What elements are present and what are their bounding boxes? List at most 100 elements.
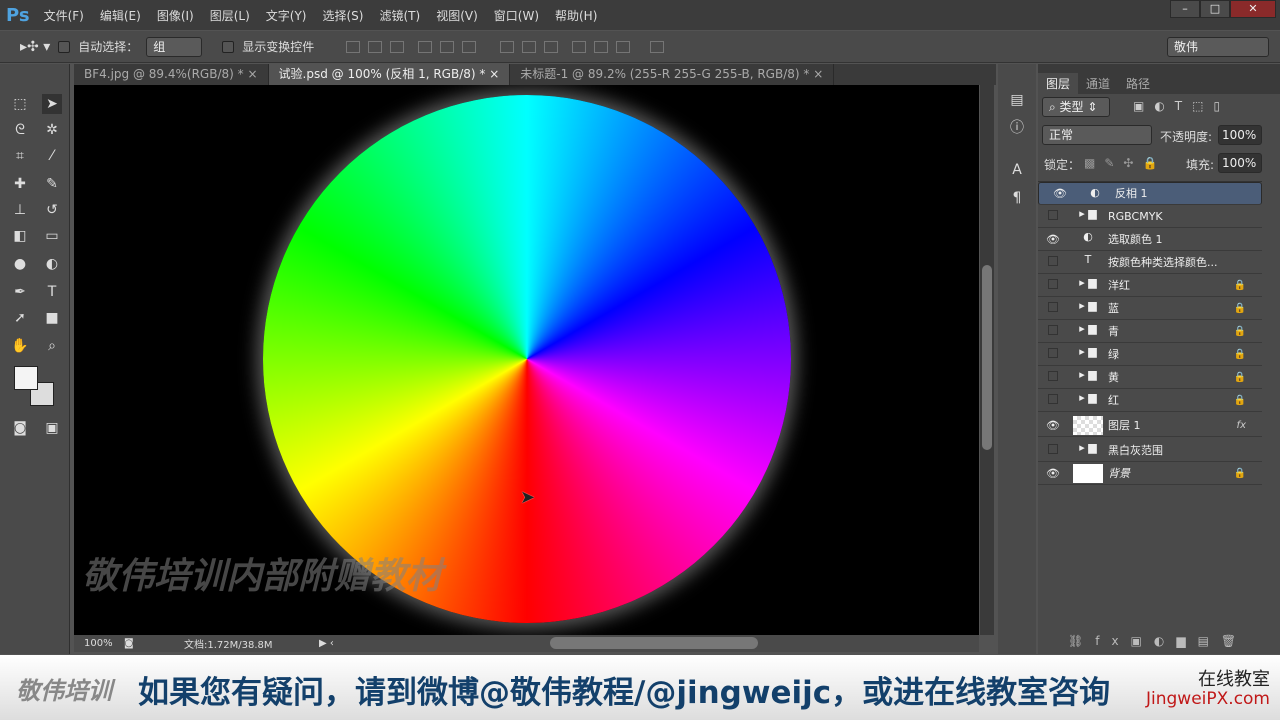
character-panel-icon[interactable]: A — [1007, 160, 1027, 180]
lock-icon: 🔒 — [1233, 467, 1246, 479]
minimize-button[interactable]: – — [1170, 0, 1200, 18]
eyedropper-icon[interactable]: ⁄ — [42, 146, 62, 166]
visibility-toggle[interactable] — [1038, 443, 1068, 457]
layer-row[interactable]: 👁 ◐ 选取颜色 1 — [1038, 228, 1262, 251]
layer-row[interactable]: ▸ ▆ 蓝 🔒 — [1038, 297, 1262, 320]
crop-tool-icon[interactable]: ⌗ — [10, 146, 30, 166]
layer-row[interactable]: 👁 背景 🔒 — [1038, 462, 1262, 485]
eye-icon[interactable]: 👁 — [1038, 233, 1068, 246]
pen-tool-icon[interactable]: ✒ — [10, 282, 30, 302]
menu-4[interactable]: 文字(Y) — [266, 7, 307, 24]
history-panel-icon[interactable]: ▤ — [1007, 90, 1027, 110]
menu-7[interactable]: 视图(V) — [436, 7, 478, 24]
visibility-toggle[interactable] — [1038, 393, 1068, 407]
eye-icon[interactable]: 👁 — [1038, 467, 1068, 480]
layer-name: 青 — [1108, 325, 1119, 338]
close-tab-icon[interactable]: × — [489, 67, 499, 81]
horizontal-scrollbar[interactable] — [550, 637, 758, 649]
layer-row[interactable]: T 按颜色种类选择颜色... — [1038, 251, 1262, 274]
layer-row[interactable]: ▸ ▆ 红 🔒 — [1038, 389, 1262, 412]
document-tab[interactable]: 试验.psd @ 100% (反相 1, RGB/8) * × — [268, 64, 511, 85]
eye-icon[interactable]: 👁 — [1038, 419, 1068, 432]
stamp-tool-icon[interactable]: ⊥ — [10, 200, 30, 220]
filter-dropdown[interactable]: ⌕ 类型 ⇕ — [1042, 97, 1110, 117]
blend-mode-dropdown[interactable]: 正常 — [1042, 125, 1152, 145]
visibility-toggle[interactable] — [1038, 370, 1068, 384]
layer-footer-icons[interactable]: ⛓fx▣◐▆▤🗑 — [1068, 634, 1248, 648]
visibility-toggle[interactable] — [1038, 255, 1068, 269]
vertical-scrollbar[interactable] — [980, 85, 994, 635]
path-select-icon[interactable]: ➚ — [10, 308, 30, 328]
menu-9[interactable]: 帮助(H) — [555, 7, 597, 24]
document-tab[interactable]: 未标题-1 @ 89.2% (255-R 255-G 255-B, RGB/8)… — [510, 64, 835, 85]
menu-8[interactable]: 窗口(W) — [494, 7, 539, 24]
visibility-toggle[interactable] — [1038, 209, 1068, 223]
move-tool-icon[interactable]: ▸✣ ▾ — [20, 39, 50, 55]
brush-tool-icon[interactable]: ✎ — [42, 174, 62, 194]
healing-brush-icon[interactable]: ✚ — [10, 174, 30, 194]
menu-2[interactable]: 图像(I) — [157, 7, 194, 24]
canvas[interactable]: 敬伟培训内部附赠教材 ➤ — [74, 85, 979, 635]
show-transform-checkbox[interactable] — [222, 40, 235, 53]
layer-row[interactable]: 👁 ◐ 反相 1 — [1038, 182, 1262, 205]
menu-0[interactable]: 文件(F) — [44, 7, 84, 24]
marquee-tool-icon[interactable]: ⬚ — [10, 94, 30, 114]
move-tool-icon[interactable]: ➤ — [42, 94, 62, 114]
layer-row[interactable]: ▸ ▆ RGBCMYK — [1038, 205, 1262, 228]
auto-select-dropdown[interactable]: 组 — [146, 36, 203, 57]
maximize-button[interactable]: □ — [1200, 0, 1230, 18]
auto-select-checkbox[interactable] — [58, 40, 71, 53]
layer-row[interactable]: ▸ ▆ 绿 🔒 — [1038, 343, 1262, 366]
align-buttons[interactable] — [342, 40, 668, 53]
export-icon[interactable]: ◙ — [124, 638, 184, 649]
screen-mode-icon[interactable]: ▣ — [42, 418, 62, 438]
workspace-dropdown[interactable]: 敬伟 — [1167, 37, 1269, 57]
banner-url[interactable]: JingweiPX.com — [1146, 689, 1270, 709]
tab-channels[interactable]: 通道 — [1078, 73, 1118, 94]
layer-row[interactable]: ▸ ▆ 黑白灰范围 — [1038, 439, 1262, 462]
visibility-toggle[interactable] — [1038, 347, 1068, 361]
layer-row[interactable]: ▸ ▆ 洋红 🔒 — [1038, 274, 1262, 297]
magic-wand-icon[interactable]: ✲ — [42, 120, 62, 140]
menu-1[interactable]: 编辑(E) — [100, 7, 141, 24]
close-tab-icon[interactable]: × — [813, 67, 823, 81]
tab-paths[interactable]: 路径 — [1118, 73, 1158, 94]
fx-icon[interactable]: fx — [1237, 420, 1246, 431]
layer-row[interactable]: ▸ ▆ 黄 🔒 — [1038, 366, 1262, 389]
blur-tool-icon[interactable]: ● — [10, 254, 30, 274]
info-panel-icon[interactable]: ⓘ — [1007, 118, 1027, 138]
filter-icons[interactable]: ▣◐T⬚▯ — [1133, 99, 1230, 113]
dodge-tool-icon[interactable]: ◐ — [42, 254, 62, 274]
layer-row[interactable]: ▸ ▆ 青 🔒 — [1038, 320, 1262, 343]
hand-tool-icon[interactable]: ✋ — [10, 336, 30, 356]
zoom-level[interactable]: 100% — [74, 638, 124, 649]
foreground-color[interactable] — [14, 366, 38, 390]
history-brush-icon[interactable]: ↺ — [42, 200, 62, 220]
quick-mask-icon[interactable]: ◙ — [10, 418, 30, 438]
fill-input[interactable]: 100% — [1218, 153, 1262, 173]
menu-3[interactable]: 图层(L) — [210, 7, 250, 24]
type-tool-icon[interactable]: T — [42, 282, 62, 302]
close-button[interactable]: ✕ — [1230, 0, 1276, 18]
group-icon: ▸ ▆ — [1079, 367, 1097, 381]
menu-6[interactable]: 滤镜(T) — [379, 7, 420, 24]
visibility-toggle[interactable] — [1038, 301, 1068, 315]
tab-layers[interactable]: 图层 — [1038, 73, 1079, 94]
visibility-toggle[interactable] — [1038, 278, 1068, 292]
eye-icon[interactable]: 👁 — [1045, 185, 1075, 203]
layer-name: 图层 1 — [1108, 419, 1141, 432]
status-menu-arrow[interactable]: ▶ ‹ — [319, 638, 334, 649]
paragraph-panel-icon[interactable]: ¶ — [1007, 188, 1027, 208]
gradient-tool-icon[interactable]: ▭ — [42, 226, 62, 246]
document-tab[interactable]: BF4.jpg @ 89.4%(RGB/8) * × — [74, 64, 269, 85]
lock-icons[interactable]: ▩✎✣🔒 — [1084, 156, 1166, 170]
layer-row[interactable]: 👁 图层 1 fx — [1038, 414, 1262, 437]
visibility-toggle[interactable] — [1038, 324, 1068, 338]
menu-5[interactable]: 选择(S) — [323, 7, 364, 24]
close-tab-icon[interactable]: × — [247, 67, 257, 81]
lasso-tool-icon[interactable]: ᘓ — [10, 120, 30, 140]
opacity-input[interactable]: 100% — [1218, 125, 1262, 145]
rectangle-tool-icon[interactable]: ■ — [42, 308, 62, 328]
zoom-tool-icon[interactable]: ⌕ — [42, 336, 62, 356]
eraser-icon[interactable]: ◧ — [10, 226, 30, 246]
